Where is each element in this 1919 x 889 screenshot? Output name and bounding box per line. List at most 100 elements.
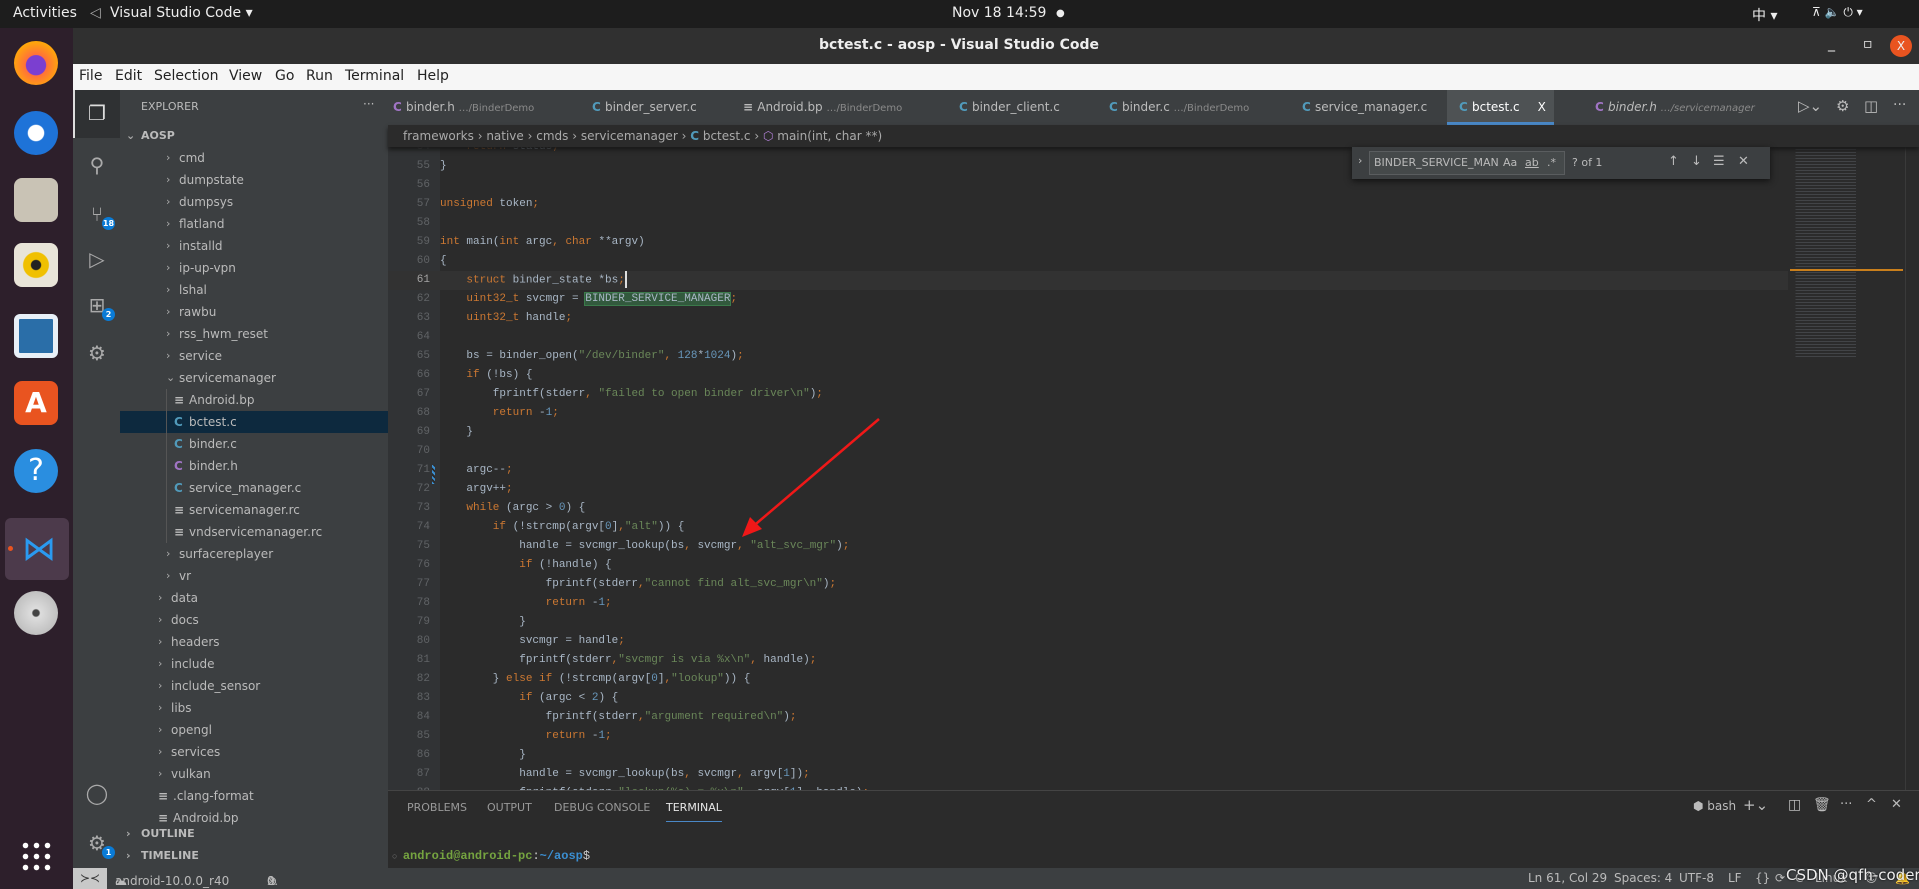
kill-terminal-icon[interactable]: 🗑 <box>1813 797 1831 813</box>
workspace-root-aosp[interactable]: ⌄ AOSP <box>120 125 388 147</box>
outline-section[interactable]: › OUTLINE <box>120 823 388 845</box>
system-tray-menu[interactable]: ⊼ 🔈 ⏻ ▾ <box>1812 5 1863 20</box>
find-input[interactable]: BINDER_SERVICE_MANAG Aa ab .* <box>1369 151 1565 175</box>
tree-item[interactable]: › flatland <box>120 213 388 235</box>
tree-item[interactable]: › dumpsys <box>120 191 388 213</box>
end-of-line[interactable]: LF <box>1728 871 1742 885</box>
encoding[interactable]: UTF-8 <box>1679 871 1714 885</box>
tab-service-manager-c[interactable]: C service_manager.c <box>1302 90 1427 125</box>
rhythmbox-icon[interactable] <box>14 243 58 287</box>
vscode-dock-item[interactable]: ⋈ <box>5 518 69 580</box>
tree-item[interactable]: ≡ .clang-format <box>120 785 388 807</box>
tree-item[interactable]: › docs <box>120 609 388 631</box>
thunderbird-icon[interactable] <box>14 111 58 155</box>
tree-item[interactable]: › headers <box>120 631 388 653</box>
breadcrumb-native[interactable]: native <box>486 129 523 143</box>
vertical-scrollbar[interactable] <box>1905 147 1919 790</box>
timeline-section[interactable]: › TIMELINE <box>120 845 388 867</box>
run-debug-icon[interactable]: ▷ <box>85 247 109 271</box>
tab-binder-c[interactable]: C binder.c …/BinderDemo <box>1109 90 1249 125</box>
menu-view[interactable]: View <box>229 68 262 84</box>
source-control-icon[interactable]: ⑂ 18 <box>85 202 115 230</box>
tab-bctest-c[interactable]: C bctest.c X <box>1447 90 1554 125</box>
tree-item[interactable]: ⌄ servicemanager <box>120 367 388 389</box>
tab-terminal[interactable]: TERMINAL <box>666 801 722 814</box>
braces-icon[interactable]: {} <box>1755 871 1770 885</box>
tree-item[interactable]: Cbinder.h <box>120 455 388 477</box>
terminal-prompt[interactable]: ○ android@android-pc:~/aosp$ <box>392 849 590 863</box>
tree-item[interactable]: Cbinder.c <box>120 433 388 455</box>
close-button[interactable]: X <box>1890 35 1912 57</box>
regex-toggle[interactable]: .* <box>1547 156 1556 169</box>
tree-item[interactable]: › include <box>120 653 388 675</box>
tree-item[interactable]: Cservice_manager.c <box>120 477 388 499</box>
tree-item[interactable]: › service <box>120 345 388 367</box>
tree-item[interactable]: › surfacereplayer <box>120 543 388 565</box>
menu-selection[interactable]: Selection <box>154 68 219 84</box>
whole-word-toggle[interactable]: ab <box>1525 156 1539 169</box>
tree-item[interactable]: › services <box>120 741 388 763</box>
cpp-tools-icon[interactable]: ⚙ <box>85 341 109 365</box>
tree-item[interactable]: Cbctest.c <box>120 411 388 433</box>
minimize-button[interactable]: _ <box>1828 36 1835 52</box>
activities-button[interactable]: Activities <box>13 5 77 21</box>
tree-item[interactable]: › vr <box>120 565 388 587</box>
tree-item[interactable]: › opengl <box>120 719 388 741</box>
clock[interactable]: Nov 18 14:59 <box>952 5 1046 21</box>
menu-go[interactable]: Go <box>275 68 294 84</box>
maximize-panel-icon[interactable]: ^ <box>1866 797 1877 812</box>
tab-problems[interactable]: PROBLEMS <box>407 801 467 814</box>
tab-android-bp[interactable]: ≡ Android.bp …/BinderDemo <box>743 90 902 125</box>
tree-item[interactable]: ≡ servicemanager.rc <box>120 499 388 521</box>
split-editor-icon[interactable]: ◫ <box>1864 97 1878 115</box>
close-tab-icon[interactable]: X <box>1538 100 1546 114</box>
firefox-icon[interactable] <box>14 41 58 85</box>
breadcrumb-cmds[interactable]: cmds <box>536 129 568 143</box>
previous-match-icon[interactable]: ↑ <box>1668 154 1679 169</box>
tab-binder-h[interactable]: C binder.h …/BinderDemo <box>393 90 534 125</box>
toggle-replace-chevron-icon[interactable]: › <box>1358 154 1362 167</box>
sync-icon[interactable]: ⟳ <box>1775 871 1785 885</box>
menu-run[interactable]: Run <box>306 68 333 84</box>
explorer-more-button[interactable]: ··· <box>363 97 374 111</box>
manage-gear-icon[interactable]: ⚙ 1 <box>85 831 115 859</box>
tree-item[interactable]: › libs <box>120 697 388 719</box>
find-in-selection-icon[interactable]: ☰ <box>1713 154 1725 169</box>
run-code-icon[interactable]: ▷⌄ <box>1798 97 1822 115</box>
match-case-toggle[interactable]: Aa <box>1503 156 1517 169</box>
tab-debug-console[interactable]: DEBUG CONSOLE <box>554 801 650 814</box>
maximize-button[interactable]: ▫ <box>1863 36 1873 52</box>
minimap[interactable] <box>1790 147 1905 790</box>
menu-help[interactable]: Help <box>417 68 449 84</box>
more-icon[interactable]: ··· <box>1840 797 1852 812</box>
tree-item[interactable]: › cmd <box>120 147 388 169</box>
breadcrumb-frameworks[interactable]: frameworks <box>403 129 474 143</box>
tab-output[interactable]: OUTPUT <box>487 801 532 814</box>
menu-terminal[interactable]: Terminal <box>345 68 404 84</box>
menu-file[interactable]: File <box>79 68 102 84</box>
input-method-menu[interactable]: 中 ▾ <box>1752 5 1777 25</box>
new-terminal-icon[interactable]: +⌄ <box>1743 796 1768 814</box>
tab-binder-server-c[interactable]: C binder_server.c <box>592 90 697 125</box>
tree-item[interactable]: › rss_hwm_reset <box>120 323 388 345</box>
tab-binder-client-c[interactable]: C binder_client.c <box>959 90 1060 125</box>
dvd-icon[interactable] <box>14 591 58 635</box>
breadcrumb-symbol[interactable]: main(int, char **) <box>777 129 882 143</box>
terminal-shell-selector[interactable]: ⬢ bash <box>1693 799 1736 813</box>
menu-edit[interactable]: Edit <box>115 68 142 84</box>
close-find-icon[interactable]: ✕ <box>1738 154 1749 169</box>
tree-item[interactable]: › vulkan <box>120 763 388 785</box>
explorer-icon[interactable]: ❐ <box>85 101 109 125</box>
tree-item[interactable]: ≡ vndservicemanager.rc <box>120 521 388 543</box>
settings-gear-icon[interactable]: ⚙ <box>1836 97 1849 115</box>
files-icon[interactable] <box>14 178 58 222</box>
code-editor[interactable]: 54 return status;55}5657unsigned token;5… <box>388 147 1919 790</box>
next-match-icon[interactable]: ↓ <box>1691 154 1702 169</box>
tree-item[interactable]: › installd <box>120 235 388 257</box>
tree-item[interactable]: › lshal <box>120 279 388 301</box>
help-icon[interactable]: ? <box>14 449 58 493</box>
close-panel-icon[interactable]: ✕ <box>1891 797 1902 812</box>
indentation[interactable]: Spaces: 4 <box>1614 871 1672 885</box>
show-applications-icon[interactable] <box>20 840 52 872</box>
tab-binder-h[interactable]: C binder.h …/servicemanager <box>1595 90 1755 125</box>
